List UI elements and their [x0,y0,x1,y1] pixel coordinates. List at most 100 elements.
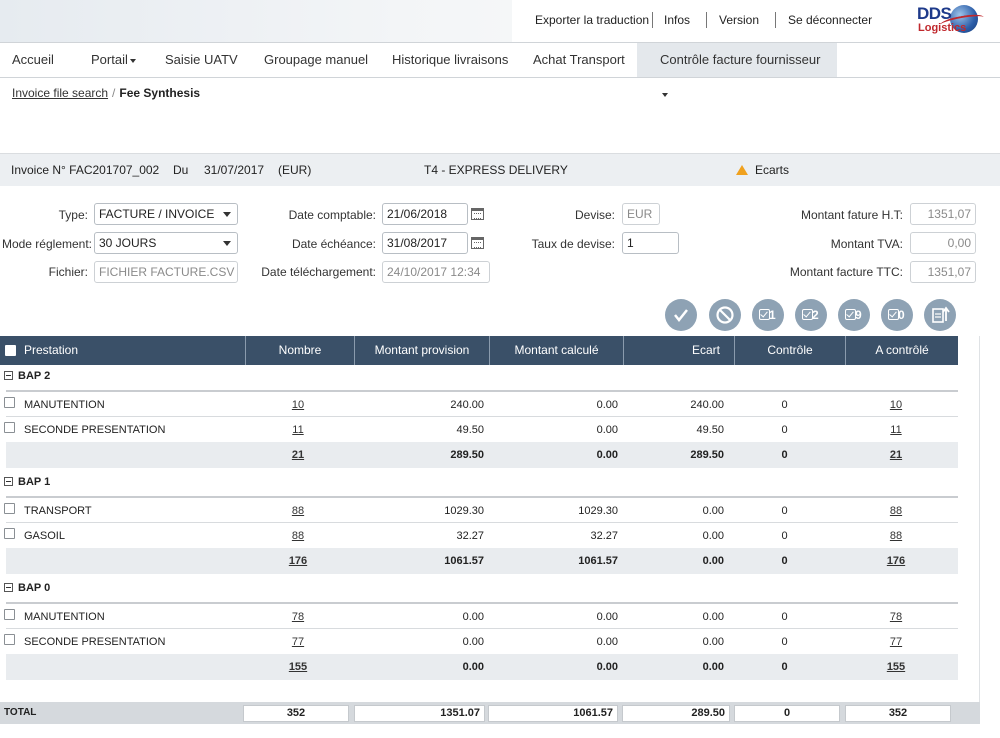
a-controle-cell[interactable]: 78 [840,604,952,630]
group-header[interactable]: BAP 2 [4,370,50,382]
a-controle-cell[interactable]: 10 [840,392,952,418]
nav-historique-livraisons[interactable]: Historique livraisons [380,43,520,77]
nav-accueil[interactable]: Accueil [0,43,66,77]
reject-button[interactable] [709,299,741,331]
nav-controle-facture[interactable]: Contrôle facture fournisseur [637,43,837,97]
montant-ttc-field[interactable]: 1351,07 [910,261,976,283]
check-level-0-button[interactable]: 0 [881,299,913,331]
collapse-icon[interactable] [4,583,13,592]
export-translation-link[interactable]: Exporter la traduction [535,13,649,27]
row-checkbox[interactable] [4,634,15,645]
nombre-cell[interactable]: 176 [243,548,353,574]
row-checkbox[interactable] [4,503,15,514]
col-controle[interactable]: Contrôle [735,336,846,365]
group-header[interactable]: BAP 1 [4,476,50,488]
col-prestation[interactable]: Prestation [24,336,245,365]
check-level-9-button[interactable]: 9 [838,299,870,331]
a-controle-link[interactable]: 10 [890,399,902,411]
nombre-link[interactable]: 10 [292,399,304,411]
nombre-link[interactable]: 155 [289,661,307,673]
calcule-cell: 1029.30 [578,505,618,517]
row-checkbox[interactable] [4,397,15,408]
date-telechargement-field[interactable]: 24/10/2017 12:34 [382,261,490,283]
montant-ht-field[interactable]: 1351,07 [910,203,976,225]
top-links: Exporter la traduction Infos Version Se … [512,0,1000,42]
col-montant-calcule[interactable]: Montant calculé [490,336,624,365]
logout-link[interactable]: Se déconnecter [788,13,872,27]
export-button[interactable] [924,299,956,331]
nombre-link[interactable]: 176 [289,555,307,567]
version-link[interactable]: Version [719,13,759,27]
calendar-icon[interactable] [471,237,484,249]
mode-select[interactable]: 30 JOURS [94,232,238,254]
subtotal-row: 176 1061.57 1061.57 0.00 0 176 [6,548,958,574]
calendar-icon[interactable] [471,208,484,220]
type-select[interactable]: FACTURE / INVOICE [94,203,238,225]
a-controle-cell[interactable]: 176 [840,548,952,574]
nombre-link[interactable]: 11 [292,424,303,436]
nav-achat-transport[interactable]: Achat Transport [521,43,637,77]
nombre-link[interactable]: 77 [292,636,304,648]
nombre-link[interactable]: 88 [292,505,304,517]
col-a-controle[interactable]: A contrôlé [846,336,958,365]
nav-portail[interactable]: Portail [79,43,148,77]
select-all-checkbox[interactable] [5,345,16,356]
subtotal-row: 21 289.50 0.00 289.50 0 21 [6,442,958,468]
a-controle-link[interactable]: 21 [890,449,902,461]
provision-cell: 1061.57 [444,555,484,567]
nombre-cell[interactable]: 155 [243,654,353,680]
a-controle-link[interactable]: 11 [890,424,901,436]
nombre-cell[interactable]: 10 [243,392,353,418]
infos-link[interactable]: Infos [664,13,690,27]
col-nombre[interactable]: Nombre [245,336,355,365]
nav-groupage-manuel[interactable]: Groupage manuel [252,43,380,77]
export-icon [932,306,950,323]
nombre-cell[interactable]: 77 [243,629,353,655]
collapse-icon[interactable] [4,371,13,380]
nombre-link[interactable]: 88 [292,530,304,542]
nombre-link[interactable]: 78 [292,611,304,623]
devise-field[interactable]: EUR [622,203,660,225]
a-controle-link[interactable]: 88 [890,530,902,542]
a-controle-cell[interactable]: 11 [840,417,952,443]
a-controle-link[interactable]: 176 [887,555,905,567]
controle-cell: 0 [781,530,788,542]
a-controle-link[interactable]: 155 [887,661,905,673]
table-row: MANUTENTION 78 0.00 0.00 0.00 0 78 [4,602,958,630]
provision-cell: 0.00 [462,611,484,623]
breadcrumb-invoice-search[interactable]: Invoice file search [12,86,108,100]
date-echeance-field[interactable]: 31/08/2017 [382,232,468,254]
provision-cell: 0.00 [462,636,484,648]
fichier-field[interactable]: FICHIER FACTURE.CSV [94,261,238,283]
taux-field[interactable]: 1 [622,232,679,254]
ecart-cell: 289.50 [690,449,724,461]
nav-saisie-uatv[interactable]: Saisie UATV [153,43,250,77]
a-controle-link[interactable]: 78 [890,611,902,623]
a-controle-cell[interactable]: 155 [840,654,952,680]
col-montant-provision[interactable]: Montant provision [355,336,490,365]
total-calcule: 1061.57 [488,705,618,722]
col-ecart[interactable]: Ecart [624,336,735,365]
a-controle-cell[interactable]: 88 [840,498,952,524]
row-checkbox[interactable] [4,422,15,433]
collapse-icon[interactable] [4,477,13,486]
nombre-cell[interactable]: 88 [243,523,353,549]
nombre-cell[interactable]: 88 [243,498,353,524]
a-controle-link[interactable]: 88 [890,505,902,517]
group-header[interactable]: BAP 0 [4,582,50,594]
a-controle-link[interactable]: 77 [890,636,902,648]
nombre-link[interactable]: 21 [292,449,304,461]
validate-button[interactable] [665,299,697,331]
row-checkbox[interactable] [4,528,15,539]
check-level-1-button[interactable]: 1 [752,299,784,331]
a-controle-cell[interactable]: 88 [840,523,952,549]
row-checkbox[interactable] [4,609,15,620]
check-level-2-button[interactable]: 2 [795,299,827,331]
nombre-cell[interactable]: 21 [243,442,353,468]
nombre-cell[interactable]: 11 [243,417,353,443]
a-controle-cell[interactable]: 77 [840,629,952,655]
montant-tva-field[interactable]: 0,00 [910,232,976,254]
nombre-cell[interactable]: 78 [243,604,353,630]
date-comptable-field[interactable]: 21/06/2018 [382,203,468,225]
a-controle-cell[interactable]: 21 [840,442,952,468]
